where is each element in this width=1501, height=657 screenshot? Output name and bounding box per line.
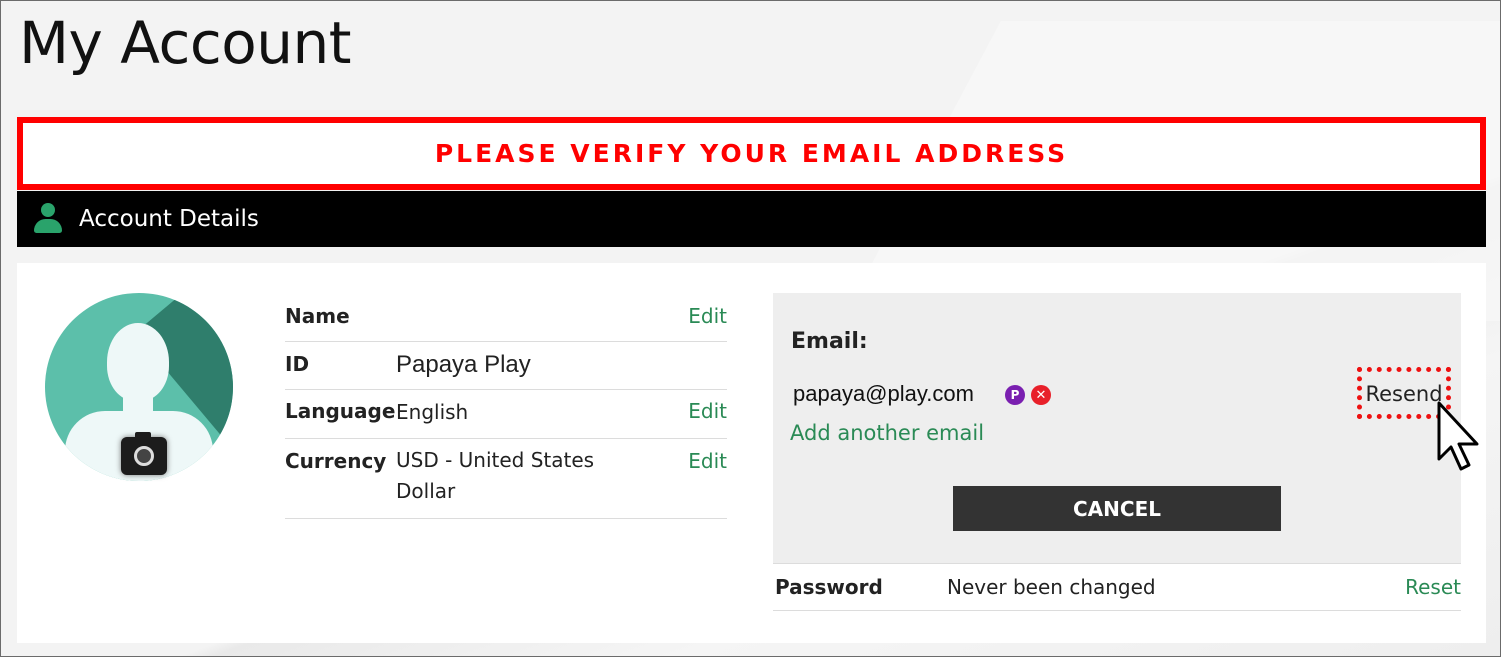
- account-details-header: Account Details: [17, 191, 1486, 247]
- remove-email-icon[interactable]: ✕: [1031, 385, 1051, 405]
- name-row: Name Edit: [285, 293, 727, 342]
- email-edit-box: Email: papaya@play.com P ✕ Add another e…: [773, 293, 1461, 563]
- cancel-button[interactable]: CANCEL: [953, 486, 1281, 531]
- name-label: Name: [285, 304, 350, 328]
- id-value: Papaya Play: [396, 351, 531, 378]
- verify-email-alert: PLEASE VERIFY YOUR EMAIL ADDRESS: [17, 117, 1486, 190]
- mouse-pointer-icon: [1437, 401, 1479, 471]
- edit-name-link[interactable]: Edit: [688, 304, 727, 328]
- id-row: ID Papaya Play: [285, 342, 727, 390]
- camera-icon[interactable]: [121, 432, 167, 475]
- currency-value: USD - United States Dollar: [396, 448, 595, 503]
- edit-language-link[interactable]: Edit: [688, 399, 727, 423]
- add-email-link[interactable]: Add another email: [790, 421, 984, 445]
- id-label: ID: [285, 352, 310, 376]
- password-label: Password: [775, 575, 883, 599]
- resend-link[interactable]: Resend: [1365, 380, 1442, 406]
- email-label: Email:: [791, 329, 868, 354]
- language-row: Language English Edit: [285, 390, 727, 439]
- currency-row: Currency USD - United States Dollar Edit: [285, 439, 727, 519]
- email-address: papaya@play.com: [793, 381, 974, 406]
- language-label: Language: [285, 399, 396, 423]
- currency-label: Currency: [285, 449, 387, 473]
- password-value: Never been changed: [947, 575, 1156, 599]
- reset-password-link[interactable]: Reset: [1405, 575, 1461, 599]
- primary-badge-icon: P: [1005, 385, 1025, 405]
- alert-text: PLEASE VERIFY YOUR EMAIL ADDRESS: [434, 139, 1069, 168]
- section-title: Account Details: [79, 206, 259, 232]
- password-row: Password Never been changed Reset: [773, 563, 1461, 611]
- screen: My Account PLEASE VERIFY YOUR EMAIL ADDR…: [0, 0, 1501, 657]
- account-info-table: Name Edit ID Papaya Play Language Englis…: [285, 293, 727, 519]
- edit-currency-link[interactable]: Edit: [688, 449, 727, 473]
- language-value: English: [396, 400, 469, 424]
- page-title: My Account: [19, 9, 351, 77]
- user-icon: [33, 203, 63, 235]
